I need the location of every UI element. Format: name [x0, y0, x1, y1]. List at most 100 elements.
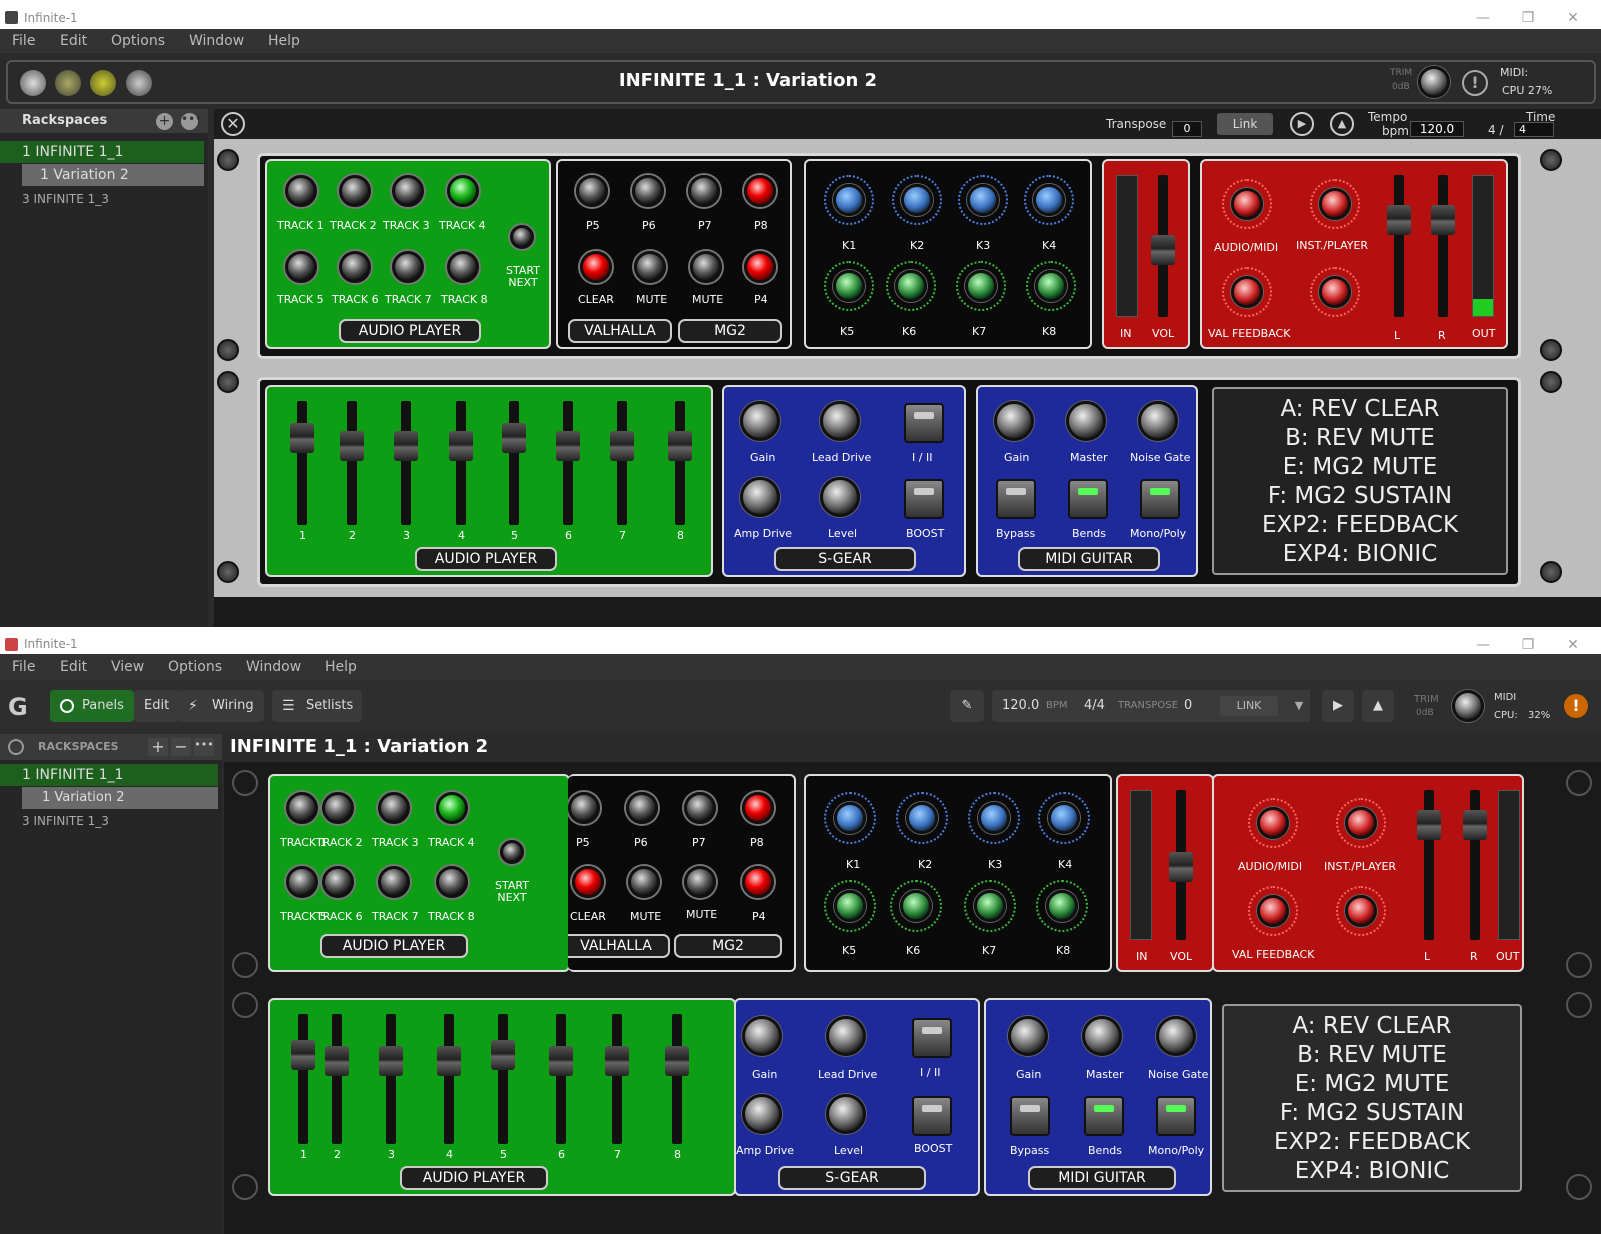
- dropdown-chevron-icon[interactable]: ▼: [1288, 690, 1310, 722]
- globe-icon[interactable]: [8, 739, 24, 755]
- k5-knob[interactable]: [834, 890, 866, 922]
- fader-handle[interactable]: [610, 431, 634, 461]
- boost-button[interactable]: [912, 1096, 952, 1136]
- mixer-fader-7[interactable]: [610, 401, 634, 525]
- menu-view[interactable]: View: [111, 654, 144, 680]
- fader-handle[interactable]: [605, 1046, 629, 1076]
- track-4-button[interactable]: [447, 175, 479, 207]
- rackspace-item-1[interactable]: 1 INFINITE 1_1: [0, 141, 204, 163]
- metronome-button[interactable]: ▲: [1362, 690, 1394, 722]
- tuner-icon[interactable]: [126, 70, 152, 96]
- l-fader-handle[interactable]: [1417, 810, 1441, 840]
- mono-poly-button[interactable]: [1140, 479, 1180, 519]
- master-knob[interactable]: [1082, 1016, 1122, 1056]
- fader-handle[interactable]: [290, 423, 314, 453]
- k2-knob[interactable]: [906, 802, 938, 834]
- add-rackspace-icon[interactable]: +: [156, 113, 173, 130]
- menu-options[interactable]: Options: [111, 29, 165, 53]
- mute-button-1[interactable]: [628, 866, 660, 898]
- panic-icon[interactable]: !: [1462, 70, 1488, 96]
- bypass-button[interactable]: [996, 479, 1036, 519]
- lead-drive-knob[interactable]: [826, 1016, 866, 1056]
- remove-rackspace-icon[interactable]: −: [171, 738, 191, 756]
- track-2-button[interactable]: [322, 792, 354, 824]
- vol-fader-handle[interactable]: [1169, 852, 1193, 882]
- fader-handle[interactable]: [340, 431, 364, 461]
- menu-help[interactable]: Help: [268, 29, 300, 53]
- p6-button[interactable]: [632, 175, 664, 207]
- rackspace-item-1[interactable]: 1 INFINITE 1_1: [0, 764, 218, 786]
- channel-switch-button[interactable]: [912, 1018, 952, 1058]
- more-options-icon[interactable]: •••: [194, 738, 214, 756]
- mute-button-2[interactable]: [684, 866, 716, 898]
- track-6-button[interactable]: [322, 866, 354, 898]
- edit-icon[interactable]: [55, 70, 81, 96]
- mixer-fader-3[interactable]: [379, 1014, 403, 1144]
- tab-setlists[interactable]: ☰ Setlists: [272, 690, 362, 722]
- fader-handle[interactable]: [291, 1040, 315, 1070]
- track-3-button[interactable]: [378, 792, 410, 824]
- gain-knob[interactable]: [742, 1016, 782, 1056]
- mute-button-1[interactable]: [634, 251, 666, 283]
- inst-player-knob[interactable]: [1319, 188, 1351, 220]
- gain-knob[interactable]: [740, 401, 780, 441]
- vol-fader-handle[interactable]: [1151, 235, 1175, 265]
- menu-edit[interactable]: Edit: [60, 29, 87, 53]
- transpose-value[interactable]: 0: [1184, 698, 1192, 713]
- warning-icon[interactable]: !: [1564, 694, 1588, 718]
- menu-edit[interactable]: Edit: [60, 654, 87, 680]
- lead-drive-knob[interactable]: [820, 401, 860, 441]
- tab-edit[interactable]: Edit: [134, 690, 180, 722]
- track-4-button[interactable]: [436, 792, 468, 824]
- mono-poly-button[interactable]: [1156, 1096, 1196, 1136]
- link-button[interactable]: Link: [1217, 113, 1273, 135]
- k8-knob[interactable]: [1035, 270, 1067, 302]
- p6-button[interactable]: [626, 792, 658, 824]
- k6-knob[interactable]: [900, 890, 932, 922]
- p4-button[interactable]: [742, 866, 774, 898]
- track-3-button[interactable]: [392, 175, 424, 207]
- p7-button[interactable]: [684, 792, 716, 824]
- inst-player-knob[interactable]: [1345, 807, 1377, 839]
- k4-knob[interactable]: [1033, 184, 1065, 216]
- k7-knob[interactable]: [974, 890, 1006, 922]
- k5-knob[interactable]: [833, 270, 865, 302]
- time-denominator[interactable]: 4: [1514, 122, 1554, 137]
- mixer-fader-1[interactable]: [291, 1014, 315, 1144]
- rackspace-item-3[interactable]: 3 INFINITE 1_3: [0, 188, 109, 210]
- minimize-icon[interactable]: —: [1460, 634, 1506, 656]
- tuner-button[interactable]: ✎: [950, 690, 984, 722]
- val-feedback-knob[interactable]: [1231, 276, 1263, 308]
- red-knob-4[interactable]: [1345, 895, 1377, 927]
- start-next-button[interactable]: [500, 840, 524, 864]
- boost-button[interactable]: [904, 479, 944, 519]
- variation-item-2[interactable]: 1 Variation 2: [22, 787, 218, 809]
- wiring-icon[interactable]: [90, 70, 116, 96]
- noise-gate-knob[interactable]: [1156, 1016, 1196, 1056]
- level-knob[interactable]: [826, 1094, 866, 1134]
- fader-handle[interactable]: [325, 1046, 349, 1076]
- variation-item-2[interactable]: 1 Variation 2: [22, 164, 204, 186]
- mixer-fader-1[interactable]: [290, 401, 314, 525]
- close-icon[interactable]: ✕: [1550, 634, 1596, 656]
- mg-gain-knob[interactable]: [1008, 1016, 1048, 1056]
- track-8-button[interactable]: [447, 251, 479, 283]
- k8-knob[interactable]: [1046, 890, 1078, 922]
- fader-handle[interactable]: [549, 1046, 573, 1076]
- master-knob[interactable]: [1066, 401, 1106, 441]
- restore-icon[interactable]: ❐: [1505, 634, 1551, 656]
- start-next-button[interactable]: [510, 225, 534, 249]
- transpose-value[interactable]: 0: [1172, 121, 1202, 137]
- more-options-icon[interactable]: •••: [181, 113, 202, 130]
- p5-button[interactable]: [568, 792, 600, 824]
- mixer-fader-3[interactable]: [394, 401, 418, 525]
- add-rackspace-icon[interactable]: +: [148, 738, 168, 756]
- red-knob-4[interactable]: [1319, 276, 1351, 308]
- track-7-button[interactable]: [392, 251, 424, 283]
- channel-switch-button[interactable]: [904, 403, 944, 443]
- play-icon[interactable]: ▶: [1290, 112, 1314, 136]
- noise-gate-knob[interactable]: [1138, 401, 1178, 441]
- clear-button[interactable]: [580, 251, 612, 283]
- bypass-button[interactable]: [1010, 1096, 1050, 1136]
- mixer-fader-5[interactable]: [502, 401, 526, 525]
